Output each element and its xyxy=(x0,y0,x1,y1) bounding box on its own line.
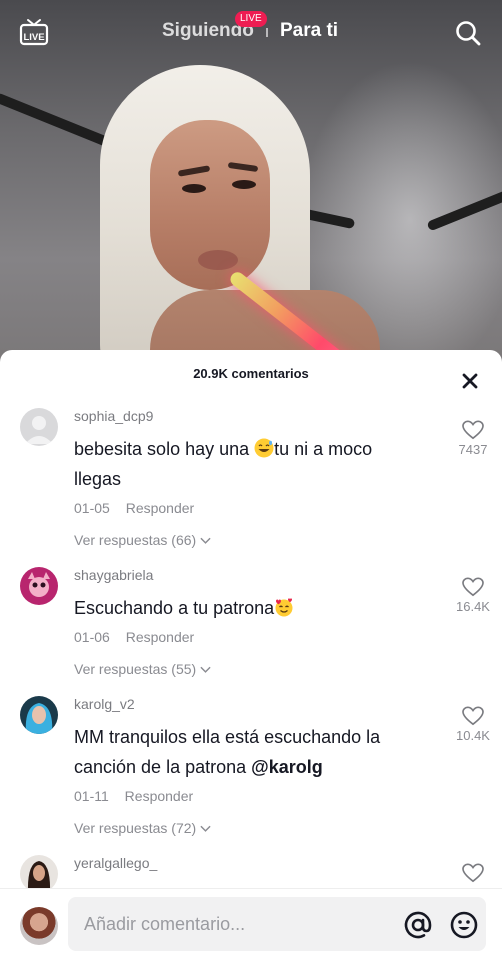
avatar xyxy=(20,907,58,945)
like-button[interactable]: 7437 xyxy=(452,420,494,457)
comment-input-placeholder: Añadir comentario... xyxy=(84,914,246,934)
avatar[interactable] xyxy=(20,696,58,734)
comment-date: 01-06 xyxy=(74,629,110,645)
comment-username[interactable]: karolg_v2 xyxy=(74,696,135,712)
top-navigation: LIVE Siguiendo LIVE Para ti xyxy=(0,0,502,64)
like-button[interactable]: 10.4K xyxy=(452,706,494,743)
comment-input[interactable]: Añadir comentario... xyxy=(68,897,486,951)
comment-text: MM tranquilos ella está escuchando la ca… xyxy=(74,727,381,777)
emoji-icon[interactable] xyxy=(449,910,479,940)
close-icon[interactable] xyxy=(457,368,483,394)
avatar[interactable] xyxy=(20,567,58,605)
heart-icon xyxy=(462,420,484,440)
like-count: 16.4K xyxy=(456,599,490,614)
comment-date: 01-05 xyxy=(74,500,110,516)
view-replies-button[interactable]: Ver respuestas (72) xyxy=(74,820,211,836)
video-detail xyxy=(232,180,256,189)
tab-divider xyxy=(266,28,268,37)
comment-meta: 01-06 Responder xyxy=(74,629,194,645)
reply-button[interactable]: Responder xyxy=(126,629,195,645)
like-button[interactable] xyxy=(452,863,494,883)
like-count: 7437 xyxy=(458,442,488,457)
comment-username[interactable]: sophia_dcp9 xyxy=(74,408,153,424)
tab-for-you[interactable]: Para ti xyxy=(280,20,338,42)
like-button[interactable]: 16.4K xyxy=(452,577,494,614)
chevron-down-icon xyxy=(200,537,211,544)
comments-sheet: 20.9K comentarios sophia_dcp9 bebesita s… xyxy=(0,350,502,960)
reply-button[interactable]: Responder xyxy=(126,500,195,516)
video-detail xyxy=(182,184,206,193)
comment-username[interactable]: yeralgallego_ xyxy=(74,855,157,871)
svg-text:LIVE: LIVE xyxy=(23,32,44,43)
comment-meta: 01-05 Responder xyxy=(74,500,194,516)
live-icon[interactable]: LIVE xyxy=(19,17,49,47)
mention-at-icon[interactable] xyxy=(403,910,433,940)
reply-button[interactable]: Responder xyxy=(125,788,194,804)
heart-icon xyxy=(462,706,484,726)
heart-icon xyxy=(462,863,484,883)
comment-input-bar: Añadir comentario... xyxy=(0,888,502,960)
comment-date: 01-11 xyxy=(74,788,109,804)
search-icon[interactable] xyxy=(455,20,481,46)
smiling-hearts-emoji xyxy=(274,596,294,617)
view-replies-button[interactable]: Ver respuestas (66) xyxy=(74,532,211,548)
mention-link[interactable]: @karolg xyxy=(251,757,323,777)
comment-username[interactable]: shaygabriela xyxy=(74,567,153,583)
comment-text: Escuchando a tu patrona xyxy=(74,593,424,623)
live-badge: LIVE xyxy=(235,11,267,27)
comments-count-title: 20.9K comentarios xyxy=(193,366,309,381)
view-replies-button[interactable]: Ver respuestas (55) xyxy=(74,661,211,677)
avatar[interactable] xyxy=(20,408,58,446)
comment-text: bebesita solo hay una tu ni a moco llega… xyxy=(74,437,373,489)
heart-icon xyxy=(462,577,484,597)
video-detail xyxy=(198,250,238,270)
chevron-down-icon xyxy=(200,825,211,832)
grinning-sweat-emoji xyxy=(254,437,274,458)
like-count: 10.4K xyxy=(456,728,490,743)
comment-meta: 01-11 Responder xyxy=(74,788,193,804)
chevron-down-icon xyxy=(200,666,211,673)
